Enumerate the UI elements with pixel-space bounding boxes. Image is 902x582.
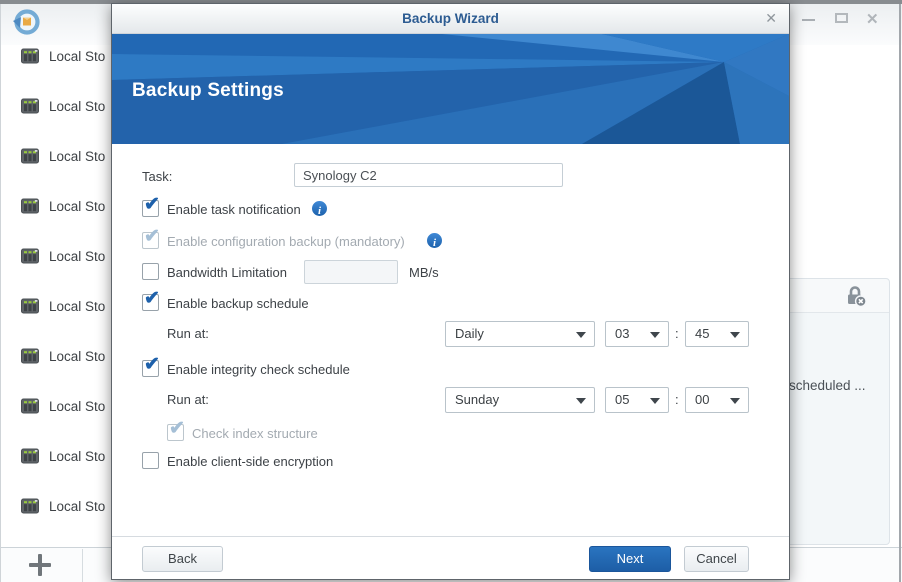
storage-icon [21, 398, 39, 414]
client-encryption-label: Enable client-side encryption [167, 454, 334, 469]
sidebar-item-label: Local Sto [49, 49, 106, 64]
task-label: Task: [142, 169, 173, 184]
window-left-edge [0, 4, 1, 582]
bandwidth-limitation-label: Bandwidth Limitation [167, 265, 287, 280]
enable-task-notification-checkbox[interactable] [142, 193, 160, 217]
task-list-sidebar: Local Sto Local Sto Local Sto Local Sto … [0, 45, 111, 547]
backup-hour-select[interactable]: 03 [605, 321, 669, 347]
storage-icon [21, 98, 39, 114]
backup-frequency-select[interactable]: Daily [445, 321, 595, 347]
next-button[interactable]: Next [589, 546, 671, 572]
storage-icon [21, 298, 39, 314]
storage-icon [21, 348, 39, 364]
lock-disabled-icon [848, 286, 867, 307]
sidebar-item-local-storage[interactable]: Local Sto [0, 247, 111, 267]
integrity-minute-select[interactable]: 00 [685, 387, 749, 413]
sidebar-item-label: Local Sto [49, 199, 106, 214]
backup-minute-select[interactable]: 45 [685, 321, 749, 347]
storage-icon [21, 498, 39, 514]
step-title: Backup Settings [132, 80, 284, 101]
cancel-button[interactable]: Cancel [684, 546, 749, 572]
sidebar-item-local-storage[interactable]: Local Sto [0, 447, 111, 467]
hyper-backup-logo-icon [13, 9, 40, 35]
storage-icon [21, 148, 39, 164]
sidebar-item-label: Local Sto [49, 149, 106, 164]
time-colon: : [675, 326, 679, 341]
enable-backup-schedule-checkbox[interactable] [142, 287, 160, 311]
integrity-run-at-label: Run at: [167, 392, 209, 407]
sidebar-item-label: Local Sto [49, 499, 106, 514]
config-backup-label: Enable configuration backup (mandatory) [167, 234, 405, 249]
sidebar-item-local-storage[interactable]: Local Sto [0, 47, 111, 67]
integrity-frequency-value: Sunday [455, 392, 500, 407]
screen: ✕ Local Sto Local Sto Local Sto Local St… [0, 0, 902, 582]
plus-icon [38, 554, 42, 576]
panel-status-text: scheduled ... [789, 378, 866, 393]
integrity-hour-value: 05 [615, 392, 630, 407]
backup-minute-value: 45 [695, 326, 710, 341]
backup-wizard-dialog: Backup Wizard ✕ Backup Settings Task: En… [111, 3, 790, 580]
bandwidth-unit-label: MB/s [409, 265, 439, 280]
sidebar-item-label: Local Sto [49, 449, 106, 464]
integrity-frequency-select[interactable]: Sunday [445, 387, 595, 413]
storage-icon [21, 448, 39, 464]
enable-integrity-check-checkbox[interactable] [142, 353, 160, 377]
sidebar-item-label: Local Sto [49, 399, 106, 414]
backup-hour-value: 03 [615, 326, 630, 341]
sidebar-item-local-storage[interactable]: Local Sto [0, 147, 111, 167]
backup-frequency-value: Daily [455, 326, 484, 341]
storage-icon [21, 48, 39, 64]
back-button[interactable]: Back [142, 546, 223, 572]
info-icon[interactable] [312, 201, 327, 216]
sidebar-item-local-storage[interactable]: Local Sto [0, 97, 111, 117]
task-notification-label: Enable task notification [167, 202, 301, 217]
footer-divider [112, 536, 789, 537]
add-task-button[interactable] [0, 548, 82, 582]
sidebar-item-label: Local Sto [49, 349, 106, 364]
sidebar-item-local-storage[interactable]: Local Sto [0, 197, 111, 217]
sidebar-item-local-storage[interactable]: Local Sto [0, 297, 111, 317]
check-index-structure-checkbox [167, 417, 185, 441]
dialog-title: Backup Wizard [402, 11, 499, 26]
wizard-step-header: Backup Settings [112, 34, 789, 144]
integrity-check-label: Enable integrity check schedule [167, 362, 350, 377]
time-colon: : [675, 392, 679, 407]
maximize-button[interactable] [832, 10, 852, 28]
toolbar-divider [82, 549, 83, 582]
task-name-input[interactable] [294, 163, 563, 187]
dialog-close-icon[interactable]: ✕ [765, 10, 777, 27]
dialog-titlebar[interactable]: Backup Wizard ✕ [112, 4, 789, 34]
sidebar-item-local-storage[interactable]: Local Sto [0, 497, 111, 517]
bandwidth-value-input [304, 260, 398, 284]
integrity-minute-value: 00 [695, 392, 710, 407]
sidebar-item-label: Local Sto [49, 299, 106, 314]
bandwidth-limitation-checkbox[interactable] [142, 263, 159, 280]
backup-run-at-label: Run at: [167, 326, 209, 341]
sidebar-item-label: Local Sto [49, 249, 106, 264]
sidebar-item-local-storage[interactable]: Local Sto [0, 397, 111, 417]
storage-icon [21, 198, 39, 214]
sidebar-item-local-storage[interactable]: Local Sto [0, 347, 111, 367]
enable-client-encryption-checkbox[interactable] [142, 452, 159, 469]
enable-config-backup-checkbox [142, 225, 160, 249]
sidebar-item-label: Local Sto [49, 99, 106, 114]
check-index-structure-label: Check index structure [192, 426, 318, 441]
info-icon[interactable] [427, 233, 442, 248]
storage-icon [21, 248, 39, 264]
window-right-edge [899, 4, 901, 582]
window-close-icon[interactable]: ✕ [864, 10, 884, 28]
backup-schedule-label: Enable backup schedule [167, 296, 309, 311]
minimize-button[interactable] [799, 10, 819, 28]
integrity-hour-select[interactable]: 05 [605, 387, 669, 413]
